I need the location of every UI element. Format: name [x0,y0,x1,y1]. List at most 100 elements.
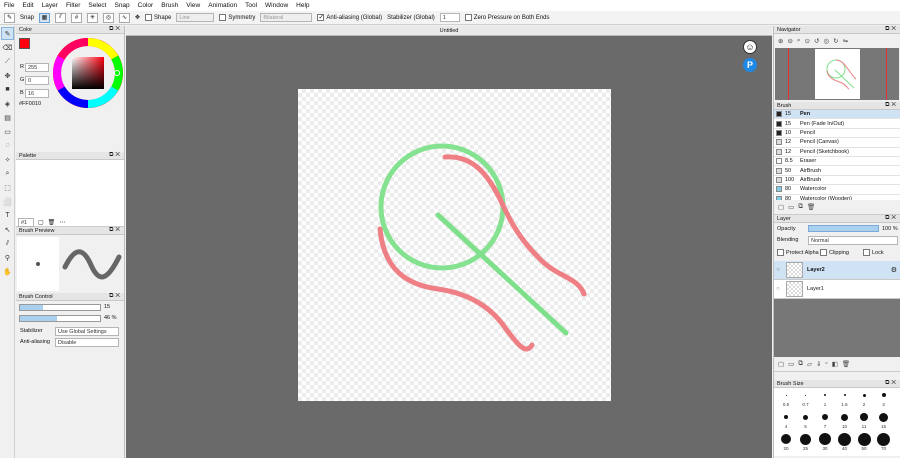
divide-tool-icon[interactable]: ⫽ [1,237,14,250]
pen-icon[interactable]: ✎ [4,12,15,23]
lasso-tool-icon[interactable]: ◌ [1,139,14,152]
brush-size-cell[interactable]: 0.5 [777,388,795,409]
antialias-select[interactable]: Disable [55,338,119,347]
drawing-canvas[interactable] [298,89,611,401]
flip-icon[interactable]: ⇋ [843,37,848,45]
panel-buttons-icon[interactable]: ⧉✕ [109,152,122,159]
protect-alpha-checkbox[interactable]: Protect Alpha [777,249,819,256]
eraser-tool-icon[interactable]: ⌫ [1,41,14,54]
menu-snap[interactable]: Snap [114,2,129,9]
brush-size-cell[interactable]: 40 [836,432,854,453]
snap-settings-icon[interactable]: ✥ [135,14,140,21]
brush-opacity-slider[interactable] [19,315,101,322]
zoom-reset-icon[interactable]: ⊙ [805,37,810,45]
menu-edit[interactable]: Edit [22,2,33,9]
brush-list-item[interactable]: 15 Pen (Fade In/Out) [774,119,900,129]
rotate-reset-icon[interactable]: ◎ [823,37,829,45]
brush-list-item[interactable]: 10 Pencil [774,128,900,139]
brush-size-cell[interactable]: 4 [777,410,795,431]
palette-menu-icon[interactable]: ⋯ [59,219,65,226]
rect-select-tool-icon[interactable]: ▭ [1,125,14,138]
zoom-in-icon[interactable]: ⊕ [778,37,783,45]
operation-tool-icon[interactable]: ↖ [1,223,14,236]
brush-list-item[interactable]: 12 Pencil (Canvas) [774,138,900,148]
zero-pressure-checkbox[interactable]: Zero Pressure on Both Ends [464,14,550,21]
navigator-preview[interactable] [775,48,899,100]
palette-select[interactable]: #1 [18,218,34,227]
panel-buttons-icon[interactable]: ⧉✕ [885,215,898,222]
brush-size-cell[interactable]: 20 [777,432,795,453]
select-eraser-tool-icon[interactable]: ⬜ [1,195,14,208]
menu-color[interactable]: Color [138,2,154,9]
visibility-icon[interactable]: ○ [774,267,782,273]
brush-size-cell[interactable]: 5 [797,410,815,431]
snap-curve-icon[interactable]: ∿ [119,12,131,23]
color-wheel[interactable] [53,38,123,108]
stabilizer-select[interactable]: 1 [439,13,460,22]
panel-buttons-icon[interactable]: ⧉✕ [109,293,122,300]
panel-buttons-icon[interactable]: ⧉✕ [885,26,898,33]
delete-layer-icon[interactable]: 🗑 [842,360,850,368]
brush-size-cell[interactable]: 10 [836,410,854,431]
copy-brush-icon[interactable]: ⧉ [798,203,803,211]
visibility-icon[interactable]: ○ [774,286,782,292]
copy-layer-icon[interactable]: ⧉ [798,360,803,368]
layer-mask-icon[interactable]: ◧ [832,360,838,368]
new-palette-icon[interactable]: ▢ [38,219,44,226]
brush-size-cell[interactable]: 11 [855,410,873,431]
menu-file[interactable]: File [4,2,14,9]
brush-list-item[interactable]: 100 AirBrush [774,175,900,186]
antialias-checkbox[interactable]: Anti-aliasing (Global) [317,13,382,21]
shape-checkbox[interactable]: Shape [145,14,171,21]
lock-checkbox[interactable]: Lock [863,249,884,256]
panel-buttons-icon[interactable]: ⧉✕ [885,102,898,109]
document-tab[interactable]: Untitled [126,26,772,36]
foreground-color-swatch[interactable] [19,38,30,49]
brush-size-cell[interactable]: 0.7 [797,388,815,409]
bucket-tool-icon[interactable]: ◈ [1,97,14,110]
symmetry-checkbox[interactable]: Symmetry [219,14,255,21]
panel-buttons-icon[interactable]: ⧉✕ [109,26,122,33]
menu-filter[interactable]: Filter [66,2,80,9]
snap-radial-icon[interactable]: ✳ [87,12,99,23]
hand-tool-icon[interactable]: ✋ [1,265,14,278]
b-input[interactable]: 16 [25,89,49,98]
brush-list-item[interactable]: 50 AirBrush [774,166,900,176]
magic-wand-tool-icon[interactable]: ✧ [1,153,14,166]
brush-size-cell[interactable]: 25 [797,432,815,453]
shape-select[interactable]: Line [176,13,215,22]
menu-view[interactable]: View [186,2,200,9]
symmetry-select[interactable]: Bilateral [260,13,313,22]
gradient-tool-icon[interactable]: ▤ [1,111,14,124]
brush-size-slider[interactable] [19,304,101,311]
brush-size-cell[interactable]: 1 [816,388,834,409]
pen-tool-icon[interactable]: ✎ [1,27,14,40]
snap-parallel-icon[interactable]: ⫽ [55,12,67,23]
brush-size-cell[interactable]: 7 [816,410,834,431]
palette-area[interactable]: #1 ▢ 🗑 ⋯ [16,160,124,227]
zoom-tool-icon[interactable]: ⌕ [1,167,14,180]
layer-folder-icon[interactable]: ▱ [807,360,812,368]
brush-list-item[interactable]: 80 Watercolor (Wooden) [774,194,900,200]
clipping-checkbox[interactable]: Clipping [820,249,849,256]
brush-size-cell[interactable]: 1.5 [836,388,854,409]
brush-list-item[interactable]: 15 Pen [774,110,900,120]
brush-list-item[interactable]: 8.5 Eraser [774,156,900,167]
menu-help[interactable]: Help [296,2,309,9]
snap-grid-icon[interactable]: # [71,12,83,23]
layer-opacity-slider[interactable] [808,225,879,232]
layer-row[interactable]: ○ Layer2 ⚙ [774,261,900,280]
text-tool-icon[interactable]: T [1,209,14,222]
line-tool-icon[interactable]: ⟋ [1,55,14,68]
delete-palette-icon[interactable]: 🗑 [48,219,56,226]
brush-size-cell[interactable]: 70 [875,432,893,453]
new-layer-folder-icon[interactable]: ▭ [788,360,794,368]
brush-size-cell[interactable]: 15 [875,410,893,431]
menu-layer[interactable]: Layer [42,2,58,9]
r-input[interactable]: 255 [25,63,49,72]
menu-window[interactable]: Window [265,2,288,9]
brush-size-cell[interactable]: 3 [875,388,893,409]
menu-animation[interactable]: Animation [208,2,237,9]
snap-off-icon[interactable]: ▦ [39,12,51,23]
merge-down-icon[interactable]: ⇓ [816,360,821,368]
